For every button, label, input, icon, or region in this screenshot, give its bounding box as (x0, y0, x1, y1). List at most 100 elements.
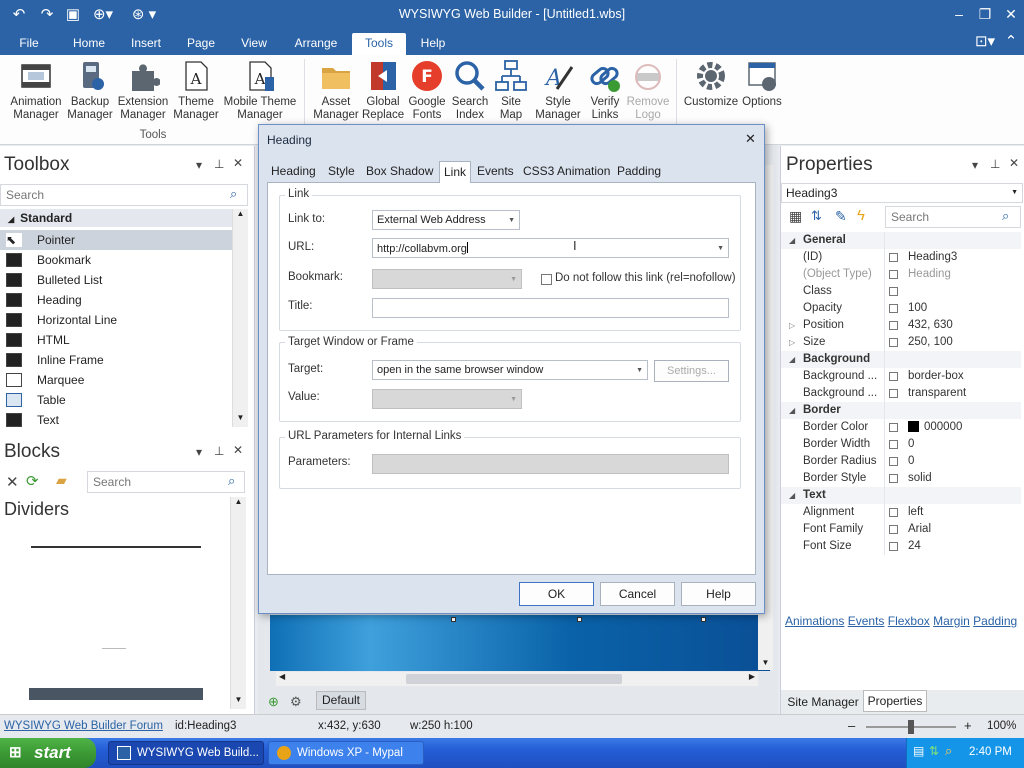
refresh-icon[interactable]: ⟳ (26, 472, 39, 490)
animations-link[interactable]: Animations (785, 614, 844, 628)
property-row[interactable]: Background ... border-box (781, 368, 1021, 385)
property-row[interactable]: ▷ Position 432, 630 (781, 317, 1021, 334)
tab-box-shadow[interactable]: Box Shadow (366, 161, 433, 182)
add-folder-icon[interactable]: ▰ (56, 472, 67, 489)
property-row[interactable]: Opacity 100 (781, 300, 1021, 317)
minimize-button[interactable]: – (946, 2, 972, 26)
close-icon[interactable]: ✕ (1009, 156, 1019, 170)
margin-link[interactable]: Margin (933, 614, 970, 628)
cancel-button[interactable]: Cancel (600, 582, 675, 606)
toolbox-item-inline-frame[interactable]: Inline Frame (0, 350, 232, 370)
extension-manager-button[interactable]: Extension Manager (114, 59, 172, 122)
tab-file[interactable]: File (8, 33, 50, 55)
link-to-select[interactable]: External Web Address ▼ (372, 210, 520, 230)
tab-page[interactable]: Page (180, 33, 222, 55)
verify-links-button[interactable]: Verify Links (584, 59, 626, 122)
property-row[interactable]: Class (781, 283, 1021, 300)
grid-divider[interactable] (884, 232, 885, 555)
network-icon[interactable]: ⇅ (929, 744, 939, 758)
property-category[interactable]: ◢ General (781, 232, 1021, 249)
options-button[interactable]: Options (740, 59, 784, 109)
asset-manager-button[interactable]: Asset Manager (310, 59, 362, 122)
task-wysiwyg[interactable]: WYSIWYG Web Build... (108, 741, 264, 765)
categorized-icon[interactable]: ▦ (789, 208, 802, 225)
canvas-horizontal-scrollbar[interactable]: ◀ ▶ (276, 672, 758, 686)
toolbox-category[interactable]: ◢ Standard (0, 209, 232, 227)
toolbox-item-table[interactable]: Table (0, 390, 232, 410)
toolbox-item-marquee[interactable]: Marquee (0, 370, 232, 390)
toolbox-item-horizontal-line[interactable]: Horizontal Line (0, 310, 232, 330)
zoom-slider-thumb[interactable] (908, 720, 914, 734)
divider-preview-2[interactable] (102, 648, 126, 649)
resize-handle[interactable] (577, 617, 582, 622)
toolbox-item-bulleted-list[interactable]: Bulleted List (0, 270, 232, 290)
pin-icon[interactable]: ⊥ (214, 157, 224, 171)
page-tab-default[interactable]: Default (316, 691, 366, 710)
property-row[interactable]: Border Width 0 (781, 436, 1021, 453)
property-row[interactable]: (Object Type) Heading (781, 266, 1021, 283)
pin-icon[interactable]: ⊥ (990, 157, 1000, 171)
style-manager-button[interactable]: A Style Manager (532, 59, 584, 122)
toolbox-item-bookmark[interactable]: Bookmark (0, 250, 232, 270)
add-page-icon[interactable]: ⊕ (268, 694, 279, 710)
close-icon[interactable]: ✕ (233, 443, 243, 457)
blocks-search-input[interactable]: Search (87, 471, 245, 493)
tab-events[interactable]: Events (477, 161, 514, 182)
property-category[interactable]: ◢ Border (781, 402, 1021, 419)
site-map-button[interactable]: Site Map (492, 59, 530, 122)
heading-object-canvas[interactable] (270, 615, 770, 671)
animation-manager-button[interactable]: Animation Manager (6, 59, 66, 122)
dropdown-icon[interactable]: ▾ (972, 158, 978, 172)
property-row[interactable]: Border Radius 0 (781, 453, 1021, 470)
toolbox-search-input[interactable]: Search (0, 184, 248, 206)
tab-tools[interactable]: Tools (352, 33, 406, 55)
nofollow-checkbox[interactable] (541, 274, 552, 285)
target-select[interactable]: open in the same browser window ▼ (372, 360, 648, 380)
zoom-in-icon[interactable]: + (964, 718, 972, 733)
tab-view[interactable]: View (232, 33, 276, 55)
resize-handle[interactable] (701, 617, 706, 622)
url-input[interactable]: http://collabvm.org ▼ (372, 238, 729, 258)
resize-handle[interactable] (451, 617, 456, 622)
property-row[interactable]: Background ... transparent (781, 385, 1021, 402)
restore-button[interactable]: ❐ (972, 2, 998, 26)
wrench-icon[interactable]: ✎ (835, 208, 847, 225)
ok-button[interactable]: OK (519, 582, 594, 606)
task-mypal[interactable]: Windows XP - Mypal (268, 741, 424, 765)
blocks-scrollbar[interactable]: ▲ ▼ (230, 497, 246, 709)
tab-padding[interactable]: Padding (617, 161, 661, 182)
toolbox-scrollbar[interactable]: ▲ ▼ (232, 209, 248, 427)
flexbox-link[interactable]: Flexbox (888, 614, 930, 628)
events-link[interactable]: Events (848, 614, 885, 628)
tab-arrange[interactable]: Arrange (288, 33, 344, 55)
tab-css3-animation[interactable]: CSS3 Animation (523, 161, 610, 182)
padding-link[interactable]: Padding (973, 614, 1017, 628)
backup-manager-button[interactable]: Backup Manager (66, 59, 114, 122)
volume-icon[interactable]: ▤ (913, 744, 924, 758)
global-replace-button[interactable]: Global Replace (362, 59, 404, 122)
property-row[interactable]: Border Style solid (781, 470, 1021, 487)
help-button[interactable]: Help (681, 582, 756, 606)
zoom-out-icon[interactable]: – (848, 718, 855, 733)
tab-style[interactable]: Style (328, 161, 355, 182)
tab-link[interactable]: Link (439, 161, 472, 183)
forum-link[interactable]: WYSIWYG Web Builder Forum (4, 720, 163, 732)
object-selector[interactable]: Heading3 ▼ (781, 183, 1023, 203)
divider-preview-1[interactable] (31, 546, 201, 548)
property-row[interactable]: Alignment left (781, 504, 1021, 521)
property-row[interactable]: Font Size 24 (781, 538, 1021, 555)
toolbox-item-text[interactable]: Text (0, 410, 232, 430)
toolbox-item-pointer[interactable]: ⬉ Pointer (0, 230, 232, 250)
property-category[interactable]: ◢ Text (781, 487, 1021, 504)
tab-properties[interactable]: Properties (863, 690, 927, 712)
google-fonts-button[interactable]: F Google Fonts (406, 59, 448, 122)
property-category[interactable]: ◢ Background (781, 351, 1021, 368)
dropdown-icon[interactable]: ▾ (196, 158, 202, 172)
events-icon[interactable]: ϟ (857, 207, 865, 224)
toolbox-item-heading[interactable]: Heading (0, 290, 232, 310)
start-button[interactable]: ⊞ start (0, 738, 96, 768)
property-row[interactable]: Font Family Arial (781, 521, 1021, 538)
divider-preview-3[interactable] (29, 688, 203, 700)
sort-alpha-icon[interactable]: ⇅ (811, 208, 822, 224)
layout-icon[interactable]: ⊡▾ (970, 31, 1000, 53)
